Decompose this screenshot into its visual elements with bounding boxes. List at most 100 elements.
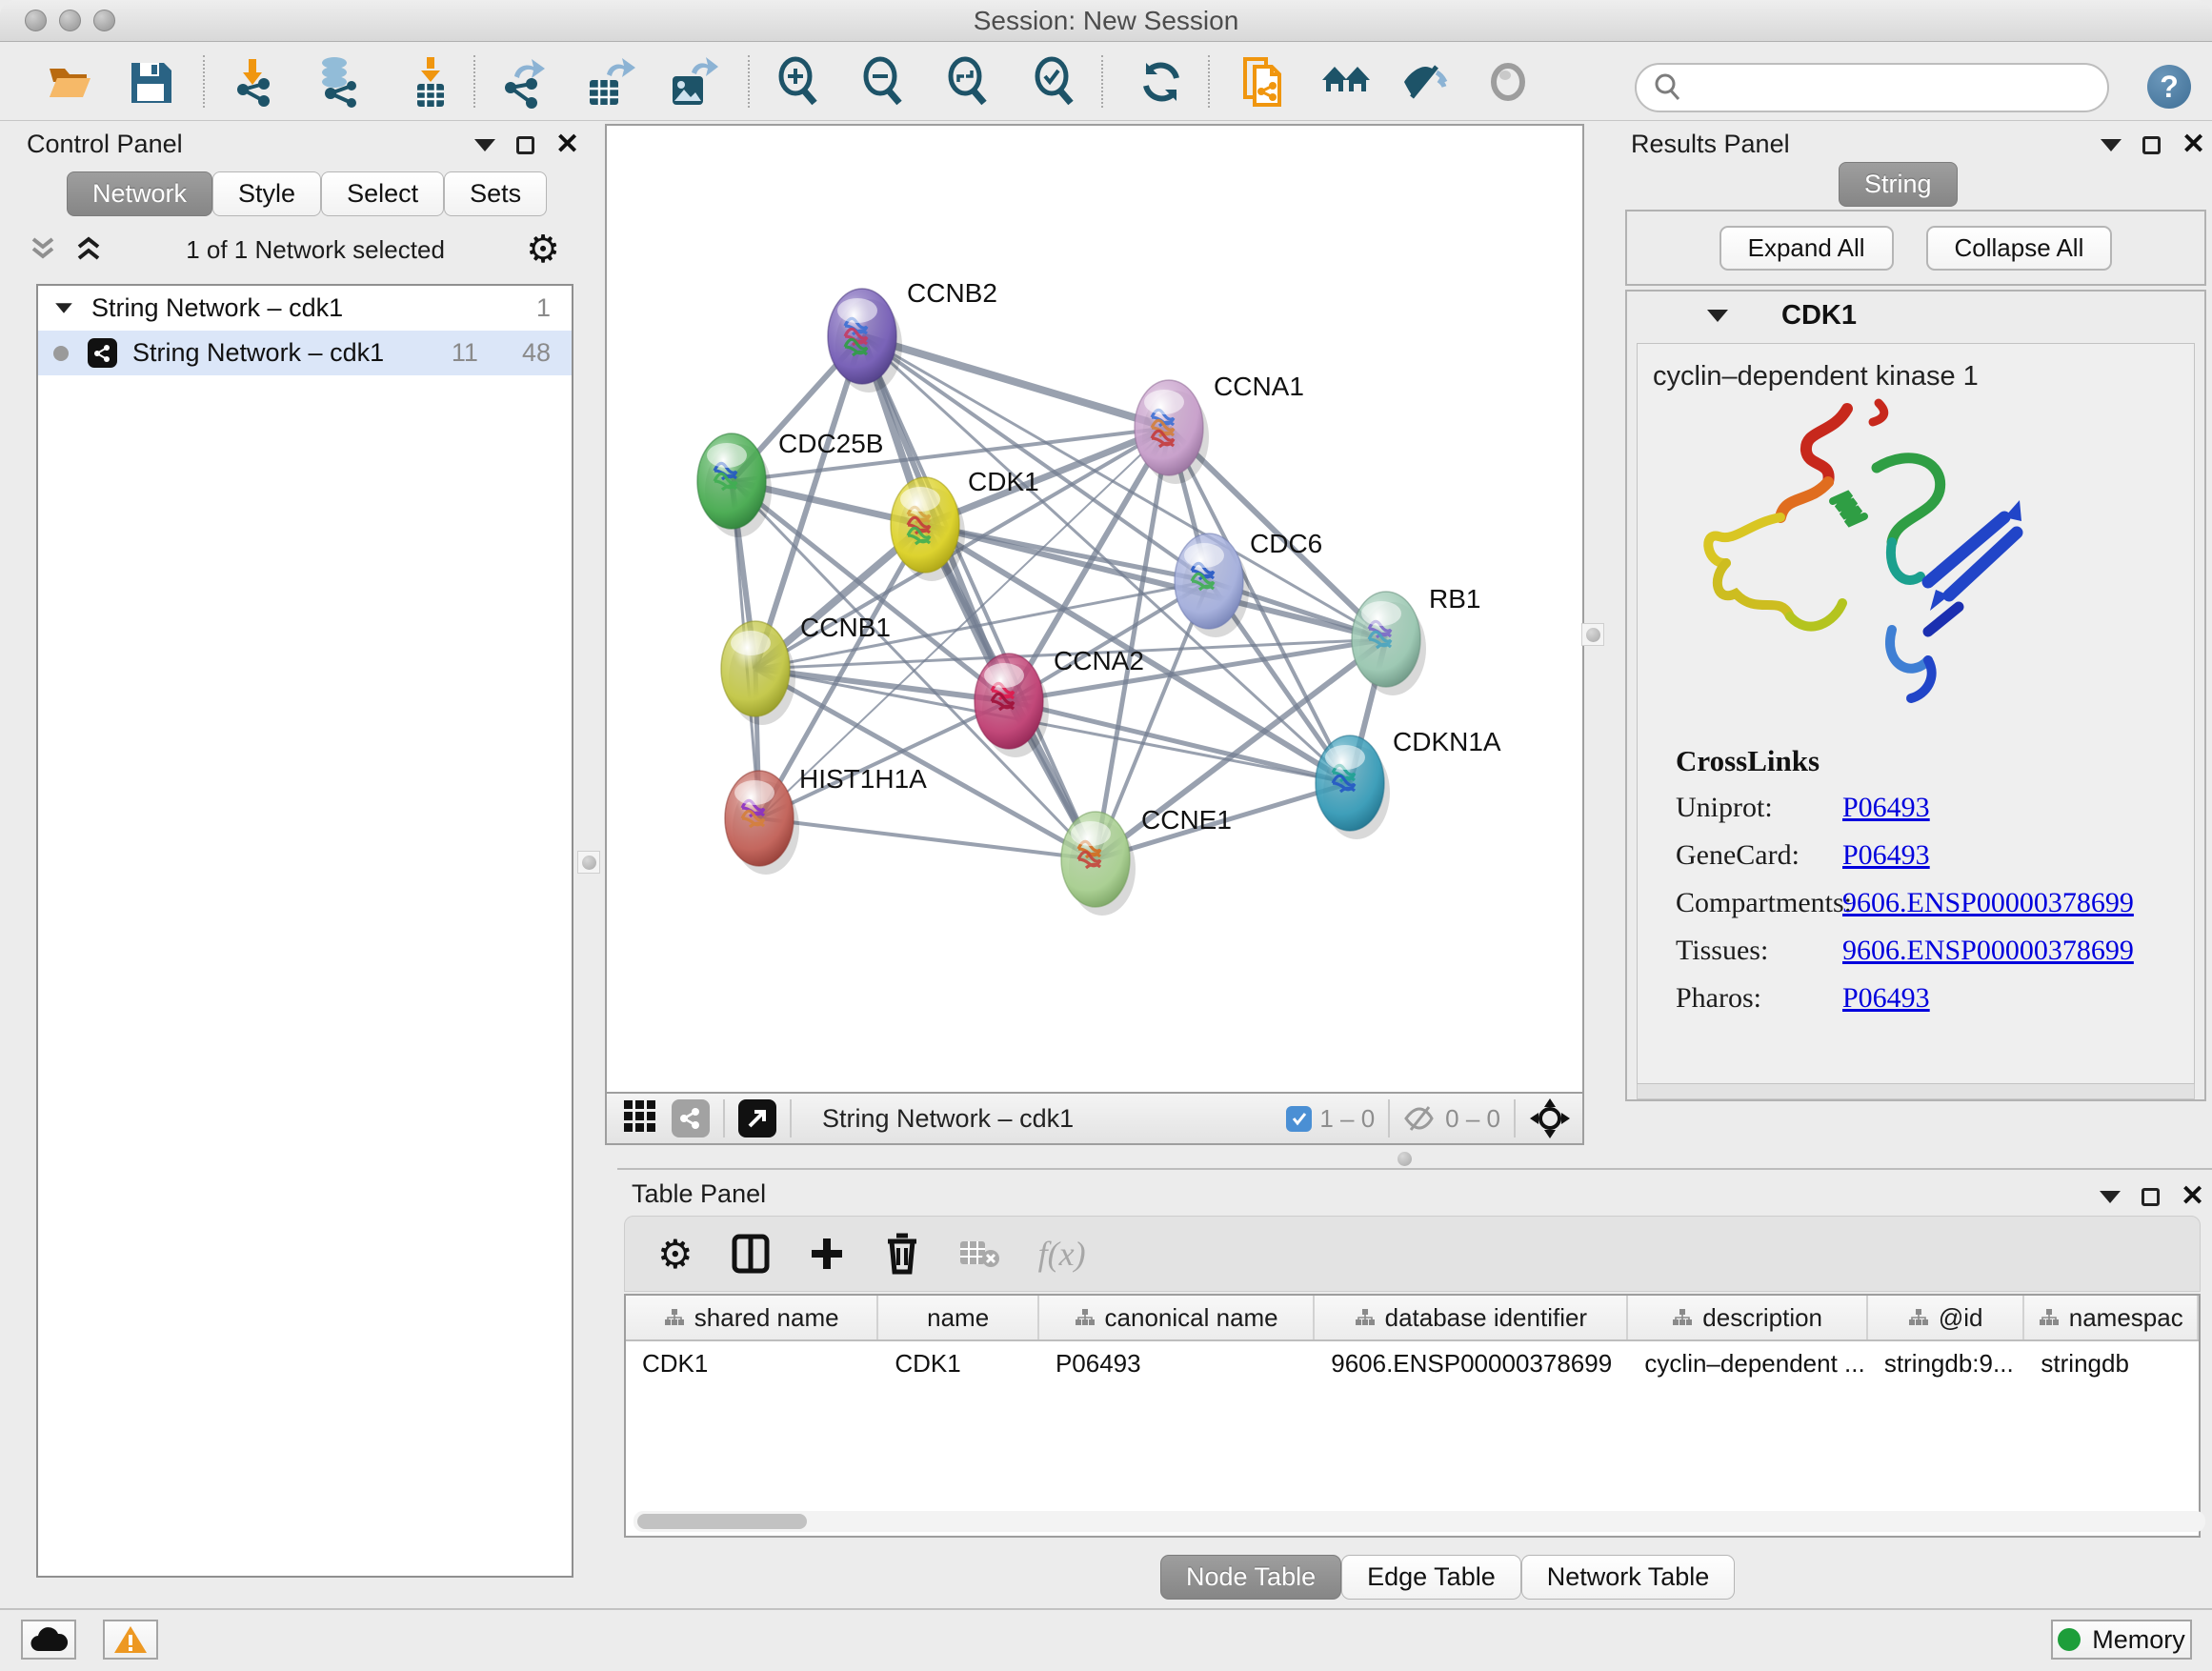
close-panel-icon[interactable]: ✕ [2181,1187,2204,1206]
float-panel-icon[interactable] [474,139,495,151]
clone-network-button[interactable] [1237,54,1292,110]
maximize-panel-icon[interactable] [2142,136,2161,154]
table-horizontal-scrollbar[interactable] [633,1511,2205,1532]
shared-column-icon [1908,1308,1929,1327]
refresh-button[interactable] [1134,54,1189,110]
float-panel-icon[interactable] [2101,139,2122,151]
crosslink-value-link[interactable]: P06493 [1842,839,1930,872]
show-columns-icon[interactable] [732,1234,770,1274]
table-cell[interactable]: cyclin–dependent ... [1628,1341,1867,1385]
collapse-all-icon[interactable] [27,235,59,264]
tab-network[interactable]: Network [67,171,212,216]
table-cell[interactable]: CDK1 [626,1341,878,1385]
collapse-collection-icon[interactable] [55,303,72,312]
search-input[interactable] [1635,63,2109,112]
network-name: String Network – cdk1 [132,338,384,368]
tab-string[interactable]: String [1839,162,1958,207]
maximize-panel-icon[interactable] [516,136,534,154]
add-column-icon[interactable] [808,1235,846,1273]
table-row[interactable]: CDK1CDK1P064939606.ENSP00000378699cyclin… [626,1341,2199,1385]
home-layout-button[interactable] [1318,54,1374,110]
collapse-all-button[interactable]: Collapse All [1926,226,2113,271]
function-builder-icon[interactable]: f(x) [1038,1234,1086,1274]
column-header--id[interactable]: @id [1868,1296,2025,1339]
toolbar-separator [203,55,205,108]
close-window-button[interactable] [25,10,47,31]
tab-node-table[interactable]: Node Table [1160,1555,1341,1600]
results-scrollbar[interactable] [1637,1084,2195,1099]
crosslink-value-link[interactable]: P06493 [1842,982,1930,1015]
hide-selected-button[interactable] [1398,54,1453,110]
crosslink-value-link[interactable]: P06493 [1842,792,1930,824]
import-network-file-button[interactable] [225,54,280,110]
zoom-out-button[interactable] [855,54,911,110]
close-panel-icon[interactable]: ✕ [2182,135,2205,154]
column-header-name[interactable]: name [878,1296,1039,1339]
save-session-button[interactable] [123,54,178,110]
scrollbar-thumb[interactable] [637,1514,807,1529]
tab-style[interactable]: Style [212,171,321,216]
zoom-fit-button[interactable] [940,54,995,110]
minimize-window-button[interactable] [59,10,81,31]
column-header-database-identifier[interactable]: database identifier [1315,1296,1628,1339]
open-view-in-window-icon[interactable] [738,1099,776,1137]
expand-all-icon[interactable] [72,235,105,264]
column-header-shared-name[interactable]: shared name [626,1296,878,1339]
network-canvas[interactable]: CCNB2CCNA1CDC25BCDK1CDC6RB1CCNB1CCNA2CDK… [605,124,1584,1092]
tab-sets[interactable]: Sets [444,171,547,216]
crosslink-label: Tissues: [1676,935,1842,967]
import-network-database-button[interactable] [309,54,364,110]
help-button[interactable]: ? [2147,65,2191,109]
show-all-button[interactable] [1480,54,1536,110]
results-panel-title: Results Panel [1631,130,1790,158]
network-row[interactable]: String Network – cdk1 11 48 [38,331,572,375]
network-options-gear-icon[interactable]: ⚙ [526,228,560,272]
right-splitter-handle[interactable] [1581,623,1604,646]
table-cell[interactable]: CDK1 [878,1341,1039,1385]
export-table-icon [582,55,635,109]
open-folder-icon [44,55,97,109]
export-network-button[interactable] [496,54,552,110]
network-collection-row[interactable]: String Network – cdk1 1 [38,286,572,331]
table-options-gear-icon[interactable]: ⚙ [657,1231,694,1278]
table-cell[interactable]: 9606.ENSP00000378699 [1315,1341,1628,1385]
import-table-button[interactable] [403,54,458,110]
zoom-selected-button[interactable] [1027,54,1082,110]
grid-view-icon[interactable] [622,1098,658,1139]
open-session-button[interactable] [43,54,98,110]
crosslink-value-link[interactable]: 9606.ENSP00000378699 [1842,887,2134,919]
float-panel-icon[interactable] [2100,1191,2121,1203]
collapse-protein-icon[interactable] [1707,310,1728,322]
table-cell[interactable]: stringdb [2024,1341,2199,1385]
zoom-window-button[interactable] [93,10,115,31]
warning-status-button[interactable] [103,1620,158,1660]
column-header-description[interactable]: description [1628,1296,1867,1339]
memory-button[interactable]: Memory [2051,1620,2192,1660]
network-tree: String Network – cdk1 1 String Network –… [36,284,573,1578]
table-cell[interactable]: stringdb:9... [1868,1341,2025,1385]
tab-select[interactable]: Select [321,171,444,216]
export-image-button[interactable] [664,54,719,110]
zoom-in-button[interactable] [771,54,826,110]
expand-all-button[interactable]: Expand All [1719,226,1894,271]
selected-checkbox-icon[interactable] [1286,1106,1312,1132]
maximize-panel-icon[interactable] [2142,1188,2160,1206]
crosslink-value-link[interactable]: 9606.ENSP00000378699 [1842,935,2134,967]
node-table[interactable]: shared namenamecanonical namedatabase id… [624,1294,2201,1538]
network-view-icon[interactable] [672,1099,710,1137]
close-panel-icon[interactable]: ✕ [555,135,579,154]
birds-eye-view-icon[interactable] [1529,1097,1571,1139]
bottom-splitter-handle[interactable] [1398,1152,1412,1166]
delete-table-icon[interactable] [958,1238,1000,1270]
left-splitter-handle[interactable] [577,851,600,874]
column-header-namespac[interactable]: namespac [2024,1296,2199,1339]
string-network-graph[interactable]: CCNB2CCNA1CDC25BCDK1CDC6RB1CCNB1CCNA2CDK… [607,126,1582,1090]
cloud-status-button[interactable] [21,1620,76,1660]
tab-network-table[interactable]: Network Table [1521,1555,1736,1600]
tab-edge-table[interactable]: Edge Table [1341,1555,1521,1600]
column-header-canonical-name[interactable]: canonical name [1039,1296,1315,1339]
table-cell[interactable]: P06493 [1039,1341,1315,1385]
titlebar: Session: New Session [0,0,2212,42]
export-table-button[interactable] [581,54,636,110]
delete-column-icon[interactable] [884,1233,920,1275]
